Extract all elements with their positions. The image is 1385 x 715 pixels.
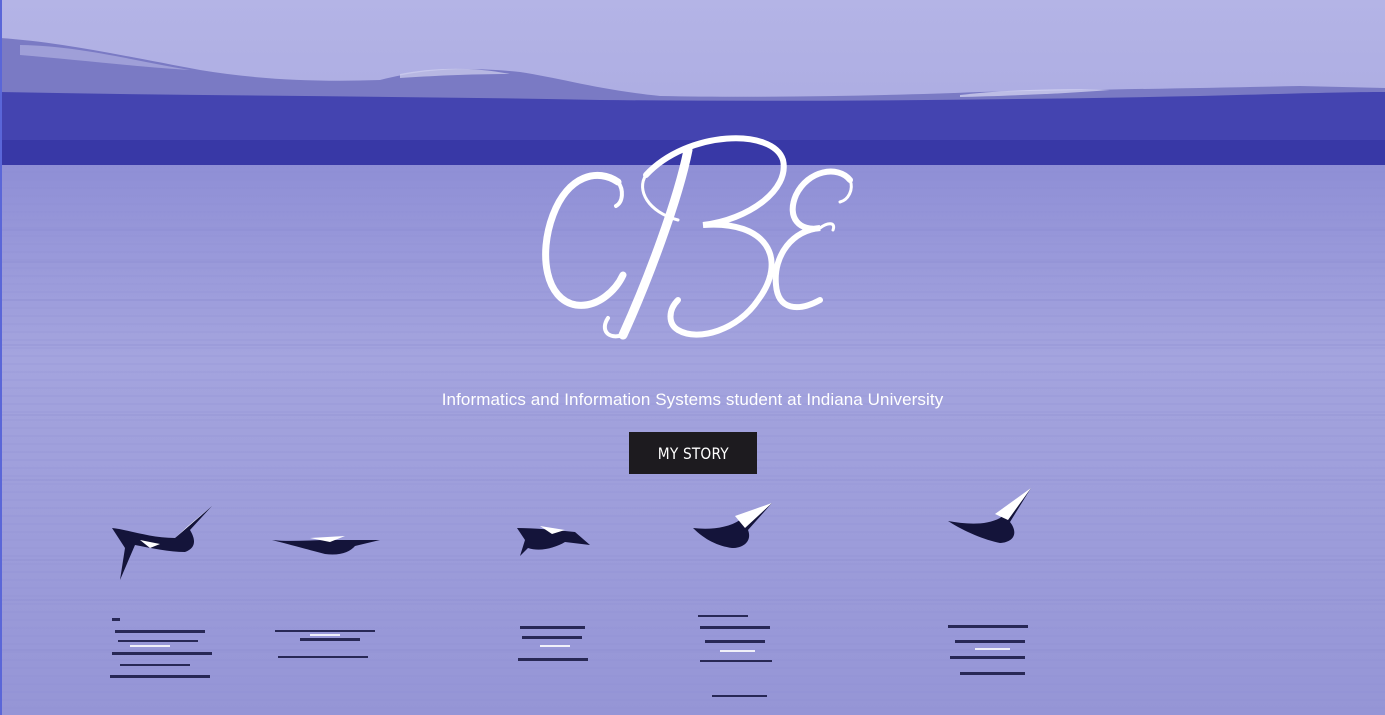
my-story-button[interactable]: MY STORY (629, 432, 757, 474)
my-story-button-label: MY STORY (657, 443, 729, 463)
page-edge-divider (0, 0, 2, 715)
hero-section: Informatics and Information Systems stud… (0, 0, 1385, 715)
background-photo-lake-birds (0, 0, 1385, 715)
monogram-logo (542, 135, 853, 340)
tagline: Informatics and Information Systems stud… (441, 390, 944, 409)
